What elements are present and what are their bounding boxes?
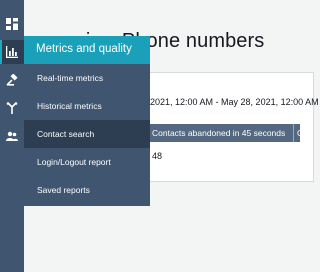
column-header-next[interactable]: C	[297, 128, 300, 138]
menu-item-real-time-metrics[interactable]: Real-time metrics	[24, 64, 150, 92]
metrics-icon[interactable]	[0, 40, 24, 64]
nav-rail	[0, 0, 24, 272]
column-header-contacts-abandoned[interactable]: Contacts abandoned in 45 seconds	[152, 128, 285, 138]
menu-item-historical-metrics[interactable]: Historical metrics	[24, 92, 150, 120]
dashboard-icon[interactable]	[0, 12, 24, 36]
table-header: Contacts abandoned in 45 seconds C	[150, 124, 300, 142]
menu-item-saved-reports[interactable]: Saved reports	[24, 176, 150, 204]
menu-item-contact-search[interactable]: Contact search	[24, 120, 150, 148]
routing-icon[interactable]	[0, 68, 24, 92]
date-range-value[interactable]: 2021, 12:00 AM - May 28, 2021, 12:00 AM	[150, 97, 319, 107]
column-divider	[293, 124, 294, 142]
menu-item-login-logout-report[interactable]: Login/Logout report	[24, 148, 150, 176]
flyout-header: Metrics and quality	[24, 36, 150, 64]
metrics-flyout-menu: Metrics and quality Real-time metrics Hi…	[24, 36, 150, 206]
users-icon[interactable]	[0, 124, 24, 148]
table-cell: 48	[152, 151, 163, 161]
channels-icon[interactable]	[0, 96, 24, 120]
